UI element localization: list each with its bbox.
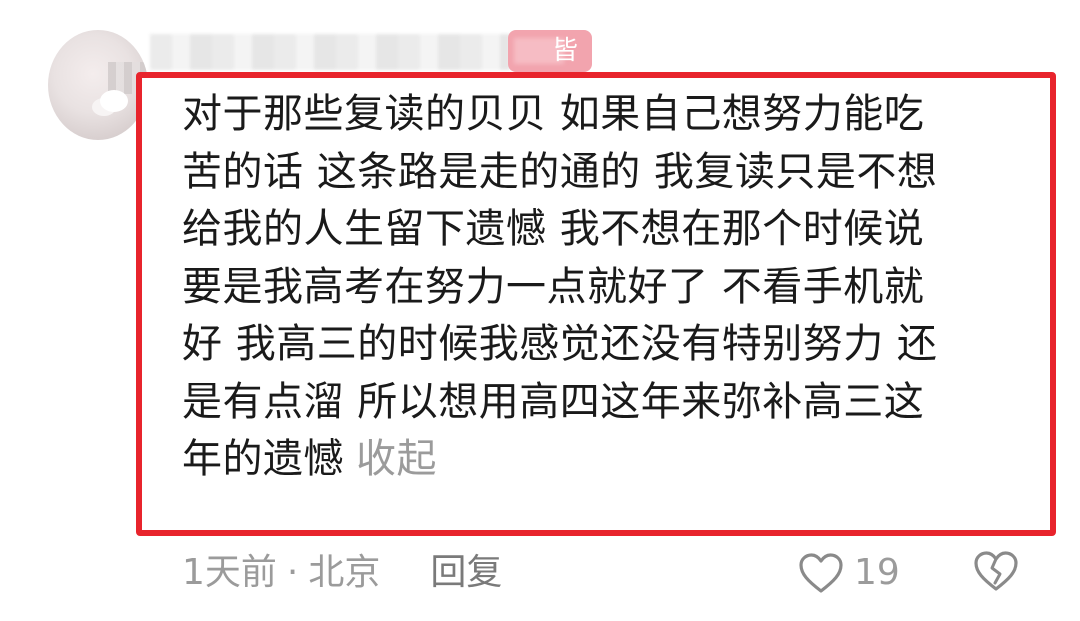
like-button[interactable]: 19 <box>798 548 900 598</box>
comment-line: 好 我高三的时候我感觉还没有特别努力 还 <box>182 321 938 367</box>
comment-line: 要是我高考在努力一点就好了 不看手机就 <box>182 263 925 310</box>
comment-location: 北京 <box>308 552 381 593</box>
heart-outline-icon <box>799 553 843 593</box>
avatar[interactable] <box>48 30 148 140</box>
comment-last-line: 年的遗憾 收起 <box>182 431 1042 489</box>
collapse-link[interactable]: 收起 <box>356 436 437 482</box>
comment-time: 1天前 <box>182 552 277 593</box>
badge-text: 皆 <box>551 36 578 66</box>
username-blurred[interactable] <box>150 34 510 70</box>
comment-text: 对于那些复读的贝贝 如果自己想努力能吃 苦的话 这条路是走的通的 我复读只是不想… <box>182 86 1042 489</box>
avatar-image <box>100 90 128 112</box>
broken-heart-icon <box>974 551 1018 591</box>
like-count: 19 <box>854 552 900 593</box>
comment-meta: 1天前 · 北京 回复 <box>182 548 502 598</box>
comment-line: 是有点溜 所以想用高四这年来弥补高三这 <box>182 378 925 425</box>
comment-line: 年的遗憾 <box>182 436 344 482</box>
comment-line: 给我的人生留下遗憾 我不想在那个时候说 <box>182 206 925 252</box>
dislike-button[interactable] <box>973 550 1019 596</box>
reply-button[interactable]: 回复 <box>430 548 502 598</box>
user-tag-badge: 皆 <box>508 30 592 72</box>
meta-separator: · <box>286 552 299 593</box>
comment-line: 苦的话 这条路是走的通的 我复读只是不想 <box>182 148 938 195</box>
comment-line: 对于那些复读的贝贝 如果自己想努力能吃 <box>182 91 925 137</box>
